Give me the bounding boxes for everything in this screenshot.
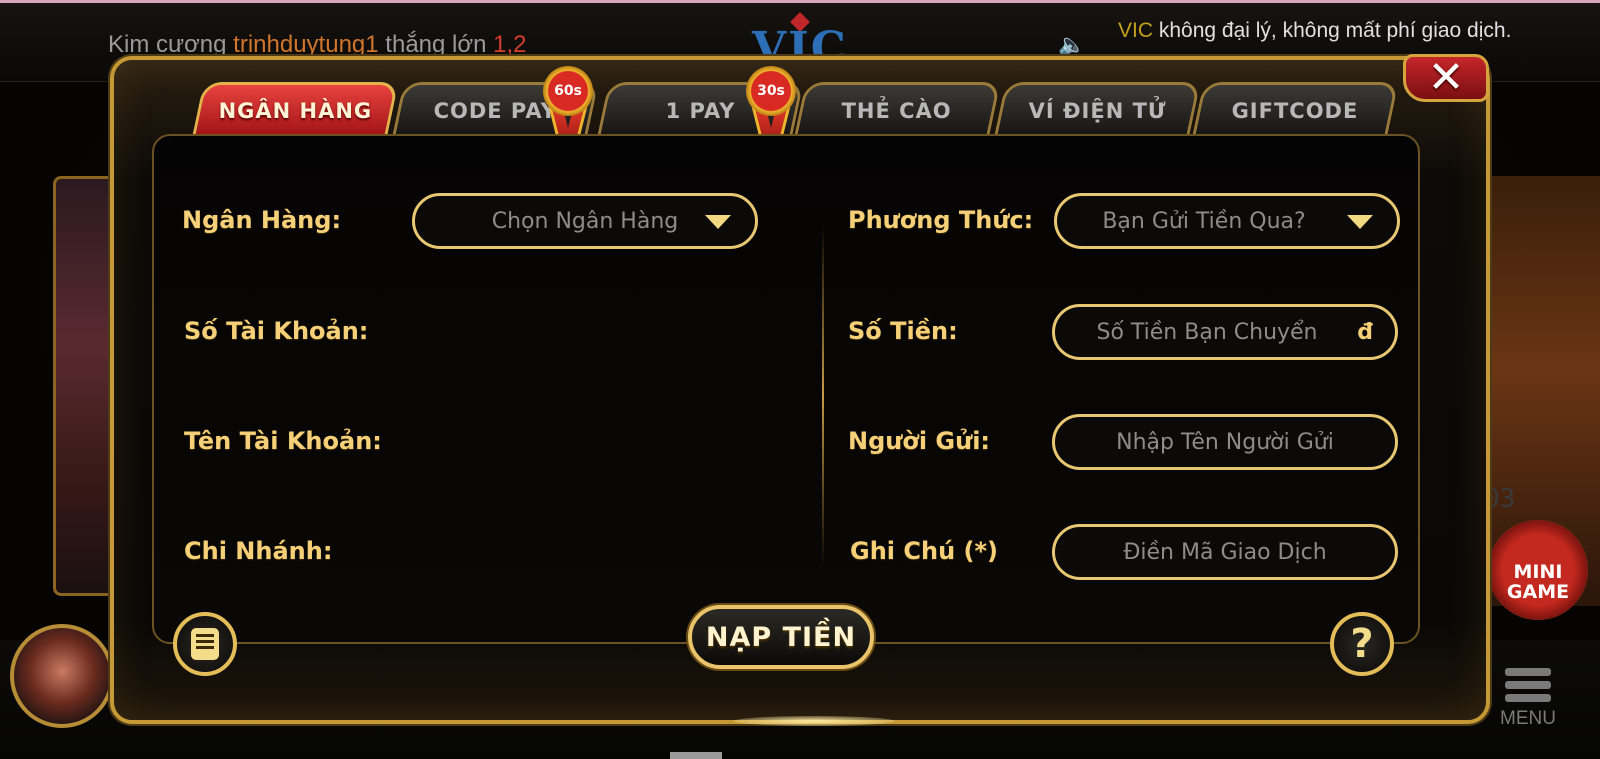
chevron-down-icon xyxy=(705,215,731,229)
bank-select-value: Chọn Ngân Hàng xyxy=(491,208,679,234)
ribbon-badge-icon: 30s xyxy=(746,66,796,142)
tab-the-cao[interactable]: THẺ CÀO xyxy=(794,82,1001,136)
tab-label: THẺ CÀO xyxy=(842,98,953,123)
minigame-label-line1: MINI xyxy=(1513,561,1563,583)
win-ticker: Kim cương trinhduytung1 thắng lớn 1,2 xyxy=(108,31,527,59)
menu-icon[interactable] xyxy=(1505,668,1551,707)
tab-vi-dien-tu[interactable]: VÍ ĐIỆN TỬ xyxy=(994,82,1201,136)
method-select-value: Bạn Gửi Tiền Qua? xyxy=(1102,208,1306,234)
note-label: Ghi Chú (*) xyxy=(850,537,998,565)
amount-input[interactable]: Số Tiền Bạn Chuyển đ xyxy=(1052,304,1398,360)
notice-body: không đại lý, không mất phí giao dịch. xyxy=(1158,19,1512,42)
tab-label: VÍ ĐIỆN TỬ xyxy=(1028,98,1167,123)
ribbon-badge-icon: 60s xyxy=(543,66,593,142)
sender-label: Người Gửi: xyxy=(848,427,991,455)
history-button[interactable] xyxy=(173,612,237,676)
account-name-label: Tên Tài Khoản: xyxy=(184,427,382,455)
note-input[interactable]: Điền Mã Giao Dịch xyxy=(1052,524,1398,580)
close-button[interactable]: ✕ xyxy=(1403,54,1489,102)
amount-label: Số Tiền: xyxy=(848,317,958,345)
modal-glow xyxy=(734,716,894,726)
badge-label: 60s xyxy=(543,66,593,116)
close-icon: ✕ xyxy=(1427,52,1465,103)
badge-label: 30s xyxy=(746,66,796,116)
tab-label: 1 PAY xyxy=(665,98,736,123)
branch-label: Chi Nhánh: xyxy=(184,537,333,565)
column-divider xyxy=(822,225,824,565)
tab-label: CODE PAY xyxy=(433,98,557,123)
ticker-amount: 1,2 xyxy=(493,31,527,58)
minigame-button[interactable]: MINI GAME xyxy=(1488,520,1588,620)
tab-giftcode[interactable]: GIFTCODE xyxy=(1192,82,1399,136)
chevron-down-icon xyxy=(1347,215,1373,229)
bottom-indicator xyxy=(670,752,722,759)
method-select[interactable]: Bạn Gửi Tiền Qua? xyxy=(1054,193,1400,249)
notice-text: VIC không đại lý, không mất phí giao dịc… xyxy=(1118,19,1511,43)
notice-brand: VIC xyxy=(1118,19,1154,42)
tab-label: NGÂN HÀNG xyxy=(218,98,372,123)
note-placeholder: Điền Mã Giao Dịch xyxy=(1123,539,1327,565)
bank-select[interactable]: Chọn Ngân Hàng xyxy=(412,193,758,249)
document-icon xyxy=(191,628,219,660)
tab-label: GIFTCODE xyxy=(1231,98,1359,123)
amount-placeholder: Số Tiền Bạn Chuyển xyxy=(1096,319,1318,345)
bank-label: Ngân Hàng: xyxy=(182,206,342,234)
method-label: Phương Thức: xyxy=(848,206,1034,234)
menu-label[interactable]: MENU xyxy=(1500,708,1556,730)
ticker-prefix: Kim cương xyxy=(108,31,227,58)
currency-symbol: đ xyxy=(1357,320,1373,345)
help-button[interactable]: ? xyxy=(1330,612,1394,676)
user-avatar[interactable] xyxy=(10,624,114,728)
deposit-submit-label: NẠP TIỀN xyxy=(705,621,857,653)
sender-input[interactable]: Nhập Tên Người Gửi xyxy=(1052,414,1398,470)
deposit-submit-button[interactable]: NẠP TIỀN xyxy=(688,605,874,669)
ticker-user: trinhduytung1 xyxy=(233,31,379,58)
tab-ngan-hang[interactable]: NGÂN HÀNG xyxy=(192,82,399,136)
minigame-label-line2: GAME xyxy=(1506,581,1570,603)
sender-placeholder: Nhập Tên Người Gửi xyxy=(1116,429,1334,455)
question-icon: ? xyxy=(1350,621,1374,667)
account-number-label: Số Tài Khoản: xyxy=(184,317,369,345)
ticker-middle: thắng lớn xyxy=(385,31,487,58)
